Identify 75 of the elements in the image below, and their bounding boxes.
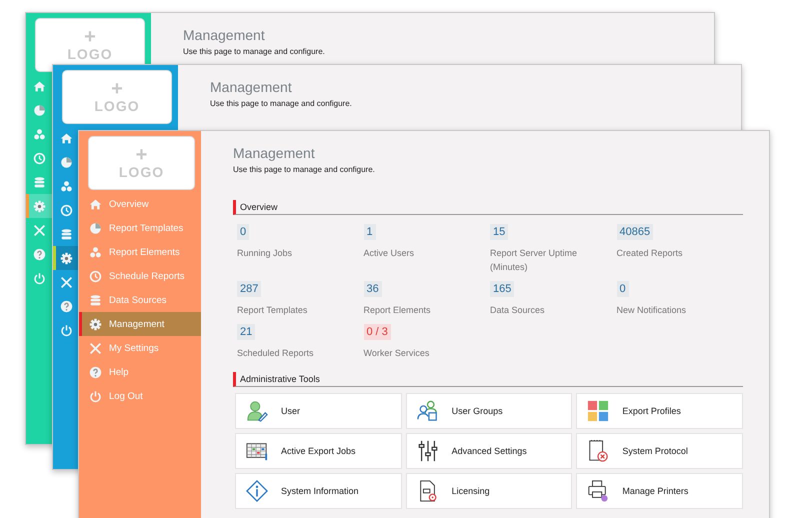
- stat-value: 0: [237, 224, 250, 240]
- home-icon: [60, 132, 73, 144]
- document-error-icon: [587, 440, 610, 462]
- stat-label: Created Reports: [616, 247, 683, 260]
- tool-card[interactable]: Active Export Jobs: [235, 433, 402, 469]
- stat-label: Report Templates: [237, 304, 308, 317]
- settings-icon: [89, 318, 102, 330]
- help-icon: [60, 300, 73, 312]
- tools-icon: [60, 276, 73, 288]
- power-icon: [33, 272, 46, 284]
- page-subtitle: Use this page to manage and configure.: [210, 99, 353, 108]
- home-icon: [33, 80, 46, 92]
- settings-icon: [60, 252, 73, 264]
- stat-label: Active Users: [364, 247, 414, 260]
- tool-card[interactable]: User Groups: [406, 393, 572, 429]
- pie-chart-icon: [89, 222, 102, 234]
- sliders-icon: [416, 440, 439, 462]
- page-subtitle: Use this page to manage and configure.: [183, 47, 326, 56]
- users-icon: [416, 400, 439, 422]
- plus-sign: +: [136, 146, 148, 164]
- stat-value: 165: [490, 281, 514, 297]
- stat-value: 15: [490, 224, 508, 240]
- stat-value: 40865: [616, 224, 654, 240]
- power-icon: [89, 390, 102, 402]
- help-icon: [33, 248, 46, 260]
- power-icon: [60, 324, 73, 336]
- pie-chart-icon: [60, 156, 73, 168]
- clock-icon: [33, 152, 46, 164]
- tool-card[interactable]: Export Profiles: [576, 393, 743, 429]
- stat-value: 0: [616, 281, 629, 297]
- section-heading: Overview: [233, 200, 743, 215]
- section-heading: Administrative Tools: [233, 372, 743, 387]
- stat-label: Report Elements: [364, 304, 431, 317]
- stat-label: Report Server Uptime (Minutes): [490, 247, 578, 274]
- database-icon: [89, 294, 102, 306]
- table-grid-icon: [246, 440, 268, 462]
- settings-icon: [33, 200, 46, 212]
- clock-icon: [60, 204, 73, 216]
- tool-card[interactable]: Manage Printers: [576, 473, 743, 509]
- page-title: Management: [233, 145, 316, 161]
- tool-card[interactable]: Licensing: [406, 473, 572, 509]
- tool-card[interactable]: System Information: [235, 473, 402, 509]
- user-pencil-icon: [246, 400, 268, 422]
- page-title: Management: [210, 79, 293, 95]
- tools-icon: [33, 224, 46, 236]
- circles-icon: [89, 246, 102, 258]
- tool-card[interactable]: User: [235, 393, 402, 429]
- tool-card[interactable]: System Protocol: [576, 433, 743, 469]
- pie-chart-icon: [33, 104, 46, 116]
- info-icon: [246, 480, 268, 502]
- clock-icon: [89, 270, 102, 282]
- database-icon: [33, 176, 46, 188]
- stat-label: Scheduled Reports: [237, 347, 314, 360]
- tool-card[interactable]: Advanced Settings: [406, 433, 572, 469]
- stat-label: Running Jobs: [237, 247, 292, 260]
- stat-value: 1: [364, 224, 376, 240]
- circles-icon: [33, 128, 46, 140]
- stat-value: 287: [237, 281, 262, 297]
- help-icon: [89, 366, 102, 378]
- stat-value: 36: [364, 281, 382, 297]
- plus-sign: +: [84, 28, 96, 46]
- stat-value: 21: [237, 324, 256, 340]
- printer-icon: [587, 480, 610, 502]
- tools-icon: [89, 342, 102, 354]
- stat-label: Worker Services: [364, 347, 430, 360]
- stat-value: 0 / 3: [364, 324, 391, 340]
- database-icon: [60, 228, 73, 240]
- page-title: Management: [183, 27, 266, 43]
- page-subtitle: Use this page to manage and configure.: [233, 165, 376, 174]
- home-icon: [89, 198, 102, 210]
- plus-sign: +: [111, 80, 123, 98]
- colored-squares-icon: [587, 400, 610, 422]
- circles-icon: [60, 180, 73, 192]
- stat-label: Data Sources: [490, 304, 545, 317]
- stat-label: New Notifications: [616, 304, 686, 317]
